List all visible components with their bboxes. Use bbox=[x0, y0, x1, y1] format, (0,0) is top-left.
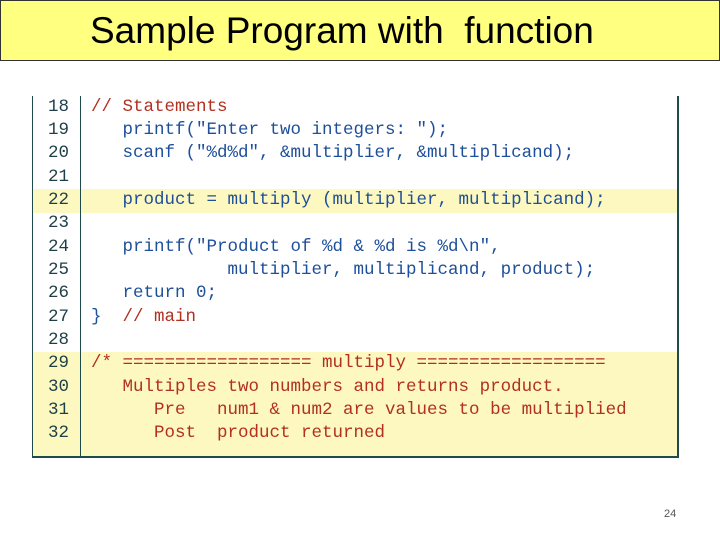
code-line: 30 Multiples two numbers and returns pro… bbox=[33, 376, 677, 399]
code-text: product = multiply (multiplier, multipli… bbox=[91, 189, 606, 212]
slide-title: Sample Program with function bbox=[90, 10, 594, 51]
code-statement: printf("Enter two integers: "); bbox=[91, 119, 449, 140]
code-line: 26 return 0; bbox=[33, 282, 677, 305]
code-comment: // main bbox=[122, 306, 197, 327]
line-number: 27 bbox=[47, 306, 69, 327]
code-listing: 18// Statements 19 printf("Enter two inte… bbox=[32, 96, 679, 458]
line-number: 30 bbox=[47, 376, 69, 397]
line-number: 22 bbox=[47, 189, 69, 210]
code-line: 21 bbox=[33, 166, 677, 189]
line-number: 18 bbox=[47, 96, 69, 117]
code-statement: scanf ("%d%d", &multiplier, &multiplican… bbox=[91, 143, 575, 164]
page-number: 24 bbox=[664, 508, 677, 520]
code-comment: Multiples two numbers and returns produc… bbox=[91, 376, 564, 397]
code-line: 23 bbox=[33, 212, 677, 235]
code-line: 27} // main bbox=[33, 306, 677, 329]
code-text: // Statements bbox=[91, 96, 228, 119]
code-text: return 0; bbox=[91, 282, 218, 305]
code-statement: multiplier, multiplicand, product); bbox=[91, 259, 596, 280]
code-comment: /* ================== multiply =========… bbox=[91, 353, 606, 374]
code-line: 18 // Statements bbox=[33, 96, 677, 119]
code-line: 24 printf("Product of %d & %d is %d\n", bbox=[33, 236, 677, 259]
code-line: 31 Pre num1 & num2 are values to be mult… bbox=[33, 399, 677, 422]
line-number: 29 bbox=[47, 353, 69, 374]
line-number: 32 bbox=[47, 423, 69, 444]
line-number: 31 bbox=[47, 400, 69, 421]
code-line: 28 bbox=[33, 329, 677, 352]
line-number: 20 bbox=[47, 143, 69, 164]
line-number: 26 bbox=[47, 283, 69, 304]
code-text: multiplier, multiplicand, product); bbox=[91, 259, 596, 282]
code-text: printf("Product of %d & %d is %d\n", bbox=[91, 236, 501, 259]
code-line: 32 Post product returned bbox=[33, 422, 677, 445]
code-line: 20 scanf ("%d%d", &multiplier, &multipli… bbox=[33, 142, 677, 165]
line-number: 19 bbox=[47, 119, 69, 140]
code-statement: product = multiply (multiplier, multipli… bbox=[91, 189, 606, 210]
code-text: Multiples two numbers and returns produc… bbox=[91, 376, 564, 399]
code-text: printf("Enter two integers: "); bbox=[91, 119, 449, 142]
code-text: /* ================== multiply =========… bbox=[91, 352, 606, 375]
code-comment: // Statements bbox=[91, 96, 228, 117]
code-line: 19 printf("Enter two integers: "); bbox=[33, 119, 677, 142]
line-number: 24 bbox=[47, 236, 69, 257]
code-comment: Pre num1 & num2 are values to be multipl… bbox=[91, 400, 627, 421]
code-line: 25 multiplier, multiplicand, product); bbox=[33, 259, 677, 282]
title-bar: Sample Program with function bbox=[0, 0, 720, 61]
line-number: 23 bbox=[47, 213, 69, 234]
code-statement: return 0; bbox=[91, 283, 218, 304]
code-text: scanf ("%d%d", &multiplier, &multiplican… bbox=[91, 142, 575, 165]
line-number: 21 bbox=[47, 166, 69, 187]
line-number: 25 bbox=[47, 259, 69, 280]
code-comment: Post product returned bbox=[91, 423, 386, 444]
code-text: } // main bbox=[91, 306, 196, 329]
code-statement: } bbox=[91, 306, 123, 327]
code-text: Post product returned bbox=[91, 422, 385, 445]
code-line: 22 product = multiply (multiplier, multi… bbox=[33, 189, 677, 212]
code-text: Pre num1 & num2 are values to be multipl… bbox=[91, 399, 627, 422]
code-line: 29 /* ================== multiply =======… bbox=[33, 352, 677, 375]
line-number: 28 bbox=[47, 330, 69, 350]
code-statement: printf("Product of %d & %d is %d\n", bbox=[91, 236, 501, 257]
